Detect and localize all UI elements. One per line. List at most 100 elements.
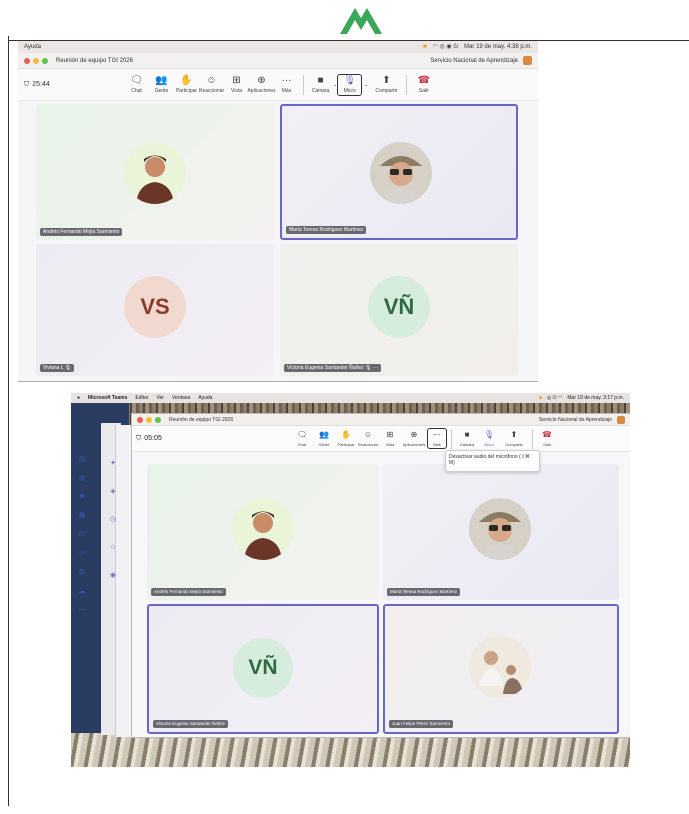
apps-button[interactable]: ⊕ Aplicaciones xyxy=(401,430,427,447)
copilot-icon[interactable]: ✦ xyxy=(110,459,116,467)
participant-initials: VÑ xyxy=(368,276,430,338)
activity-icon[interactable]: ▤ xyxy=(79,455,86,463)
chat-button[interactable]: 🗨 Chat xyxy=(124,74,149,94)
window-titlebar: Reunión de equipo TGI 2026 Servicio Naci… xyxy=(132,414,630,426)
toolbar-divider xyxy=(406,74,408,95)
more-apps-icon[interactable]: ⋯ xyxy=(79,606,86,614)
participant-initials: VS xyxy=(124,276,186,338)
app-rail-icons: ▤ ◍ ■ ▦ ☏ ▭ ⊞ ☁ ⋯ xyxy=(75,455,89,614)
share-button[interactable]: ⬆ Compartir xyxy=(370,74,402,94)
apps-button[interactable]: ⊕ Aplicaciones xyxy=(247,74,275,94)
user-avatar[interactable] xyxy=(523,56,532,65)
calendar-icon[interactable]: ▦ xyxy=(79,511,86,519)
view-icon: ⊞ xyxy=(386,430,394,439)
meeting-timer: 05:05 xyxy=(144,435,162,442)
mic-tooltip: Desactivar audio del micrófono (⇧⌘ M) xyxy=(445,450,540,472)
participant-initials: VÑ xyxy=(233,638,293,698)
apps-rail-icon[interactable]: ⊞ xyxy=(79,568,85,576)
participant-tile[interactable]: María Teresa Rodríguez Martínez xyxy=(383,464,619,600)
secondary-sidebar-icons: ✦ ◈ ◷ ☆ ◉ xyxy=(107,459,119,579)
person-photo-icon xyxy=(469,636,531,698)
person-photo-icon xyxy=(380,156,422,204)
meeting-screenshot-1: Ayuda ■ ◠ ◎ ◉ ⏻ Mar 19 de may. 4:38 p.m.… xyxy=(18,41,538,382)
leave-button[interactable]: ☎ Salir xyxy=(537,430,557,447)
participant-name-text: Viviana L xyxy=(43,365,64,371)
user-avatar[interactable] xyxy=(617,415,625,424)
participant-tile[interactable]: Andrés Fernando Mejía Sarmiento xyxy=(147,464,379,600)
chat-button[interactable]: 🗨 Chat xyxy=(291,430,313,447)
participant-tile-speaking[interactable]: María Teresa Rodríguez Martínez xyxy=(280,104,518,240)
close-window-icon[interactable] xyxy=(24,57,30,64)
logo-icon xyxy=(340,8,382,34)
meeting-toolbar: ⛉ 25:44 🗨 Chat 👥 Gente ✋ Participar ☺ Reaccio… xyxy=(18,69,538,101)
minimize-window-icon[interactable] xyxy=(146,416,152,423)
share-icon: ⬆ xyxy=(382,74,391,86)
files-icon[interactable]: ▭ xyxy=(79,549,86,557)
emoji-icon: ☺ xyxy=(206,74,217,86)
more-button[interactable]: ··· Más xyxy=(274,74,299,94)
shield-icon: ⛉ xyxy=(136,434,142,442)
react-button[interactable]: ☺ Reaccionar xyxy=(357,430,379,447)
star-icon[interactable]: ☆ xyxy=(110,543,116,551)
menu-help[interactable]: Ayuda xyxy=(24,41,41,53)
view-button[interactable]: ⊞ Vista xyxy=(224,75,249,94)
participant-avatar xyxy=(124,142,186,204)
view-button[interactable]: ⊞ Vista xyxy=(379,430,401,447)
window-titlebar: Reunión de equipo TGI 2026 Servicio Naci… xyxy=(18,53,538,69)
participant-tile-speaking[interactable]: Juan Felipe Pérez Sarmiento xyxy=(383,604,619,734)
mic-button[interactable]: 🎙 Micro xyxy=(337,73,363,96)
apps-icon: ⊕ xyxy=(257,74,266,86)
people-button[interactable]: 👥 Gente xyxy=(149,75,174,94)
clock-icon[interactable]: ◷ xyxy=(110,515,116,523)
close-window-icon[interactable] xyxy=(137,416,143,423)
onedrive-icon[interactable]: ☁ xyxy=(79,587,86,595)
pin-icon[interactable]: ◈ xyxy=(110,487,115,495)
loop-icon[interactable]: ◉ xyxy=(110,571,116,579)
participant-tile-speaking[interactable]: VÑ Victoria Eugenia Santander Ñañez xyxy=(147,604,379,734)
maximize-window-icon[interactable] xyxy=(155,416,161,423)
react-button[interactable]: ☺ Reaccionar xyxy=(199,74,224,94)
microphone-icon: 🎙 xyxy=(483,430,495,439)
teams-rail-icon[interactable]: ■ xyxy=(80,493,84,500)
raise-hand-button[interactable]: ✋ Participar xyxy=(174,75,199,94)
meeting-window: Reunión de equipo TGI 2026 Servicio Naci… xyxy=(131,413,630,738)
participant-name: Andrés Fernando Mejía Sarmiento xyxy=(40,228,123,236)
more-icon: ··· xyxy=(281,74,292,86)
menu-item-app[interactable]: Microsoft Teams xyxy=(88,393,127,403)
window-title: Reunión de equipo TGI 2026 xyxy=(56,57,133,64)
participant-name: Victoria Eugenia Santander Ñañez xyxy=(153,720,228,728)
emoji-icon: ☺ xyxy=(363,430,373,439)
camera-icon: ■ xyxy=(464,430,470,439)
muted-mic-icon: 🎙 ··· xyxy=(365,365,378,371)
camera-button[interactable]: ■ Cámara xyxy=(456,430,478,447)
status-icons: ■ xyxy=(423,44,427,50)
minimize-window-icon[interactable] xyxy=(33,57,39,64)
participant-name: Viviana L 🎙 xyxy=(40,364,75,372)
people-button[interactable]: 👥 Gente xyxy=(313,430,335,447)
mic-button[interactable]: 🎙 Micro xyxy=(478,430,500,447)
share-button[interactable]: ⬆ Compartir xyxy=(500,430,528,447)
mic-options-chevron-icon[interactable]: ⌄ xyxy=(364,82,368,88)
person-photo-icon xyxy=(479,512,521,560)
menu-item-help[interactable]: Ayuda xyxy=(198,393,212,403)
raise-hand-button[interactable]: ✋ Participar xyxy=(335,430,357,447)
participant-tile[interactable]: VÑ Victoria Eugenia Santander Ñañez 🎙 ··… xyxy=(280,244,518,376)
menu-item-view[interactable]: Ver xyxy=(156,393,164,403)
toolbar-divider xyxy=(303,74,304,95)
chat-rail-icon[interactable]: ◍ xyxy=(79,474,85,482)
share-icon: ⬆ xyxy=(510,430,518,439)
maximize-window-icon[interactable] xyxy=(42,57,48,64)
participant-tile[interactable]: Andrés Fernando Mejía Sarmiento xyxy=(36,104,274,240)
leave-button[interactable]: ☎ Salir xyxy=(411,74,436,94)
hang-up-icon: ☎ xyxy=(417,74,431,86)
org-name: Servicio Nacional de Aprendizaje xyxy=(538,416,612,423)
microphone-icon: 🎙 xyxy=(343,74,357,86)
participant-tile[interactable]: VS Viviana L 🎙 xyxy=(36,244,274,376)
chat-icon: 🗨 xyxy=(130,74,143,86)
calls-icon[interactable]: ☏ xyxy=(78,530,87,538)
camera-button[interactable]: ■ Cámara xyxy=(308,75,333,94)
menu-item-edit[interactable]: Editar xyxy=(135,393,148,403)
apple-icon[interactable]: ● xyxy=(77,393,80,403)
menu-item-window[interactable]: Ventana xyxy=(172,393,190,403)
more-button[interactable]: ··· Más xyxy=(427,428,447,449)
